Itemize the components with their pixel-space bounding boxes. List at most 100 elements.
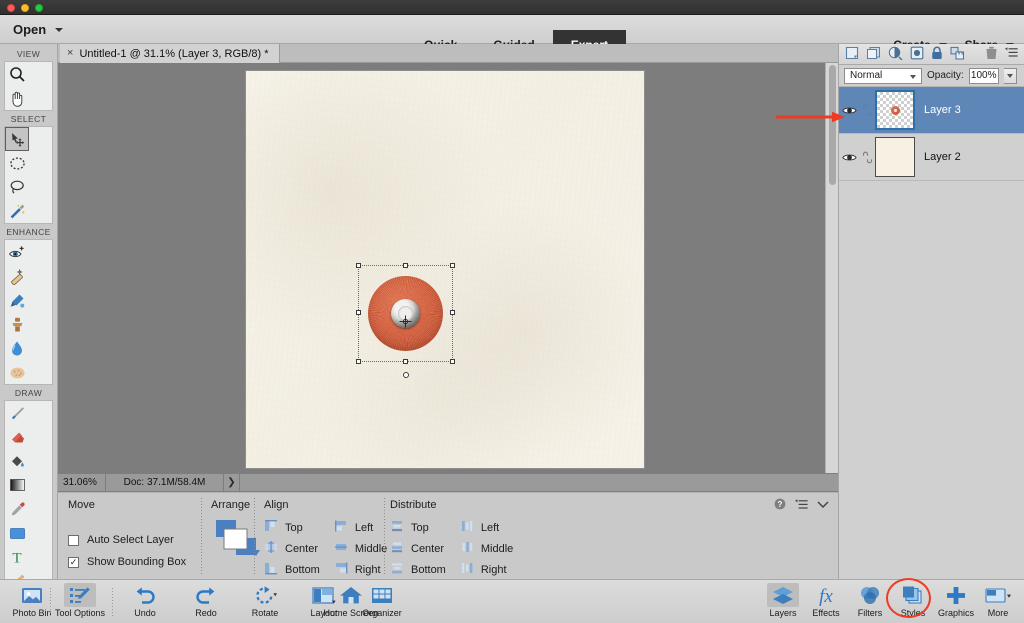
delete-layer-icon[interactable]	[985, 46, 998, 63]
undo-button[interactable]: Undo	[115, 583, 175, 622]
blend-mode-select[interactable]: Normal	[844, 67, 922, 84]
collapse-chevron-icon[interactable]	[817, 500, 829, 512]
duplicate-layer-icon[interactable]	[866, 46, 881, 63]
resize-handle-w[interactable]	[356, 310, 361, 315]
layer-link-indicator[interactable]	[859, 104, 875, 117]
status-expand-icon[interactable]: ❯	[224, 474, 240, 491]
close-window-button[interactable]	[7, 4, 15, 12]
annotation-arrow-to-eye	[776, 111, 846, 123]
blur-tool[interactable]	[5, 336, 29, 360]
opacity-stepper[interactable]	[1003, 67, 1017, 84]
divider	[112, 588, 113, 616]
layer-thumbnail[interactable]	[875, 90, 915, 130]
opacity-label: Opacity:	[927, 70, 964, 81]
shape-tool[interactable]	[5, 521, 29, 545]
resize-handle-nw[interactable]	[356, 263, 361, 268]
layer-mask-icon[interactable]	[910, 46, 924, 63]
canvas-vertical-scrollbar[interactable]	[825, 63, 838, 473]
show-bounding-box-option[interactable]: ✓ Show Bounding Box	[68, 556, 186, 568]
zoom-level[interactable]: 31.06%	[58, 474, 106, 491]
new-layer-icon[interactable]	[845, 46, 859, 63]
tools-section-label-view: VIEW	[16, 49, 41, 59]
align-left-button[interactable]: Left	[334, 517, 387, 538]
magic-wand-tool[interactable]	[5, 199, 29, 223]
move-tool[interactable]	[5, 127, 29, 151]
marquee-select-tool[interactable]	[5, 151, 29, 175]
layer-row-layer-2[interactable]: Layer 2	[839, 134, 1024, 181]
paint-bucket-tool[interactable]	[5, 449, 29, 473]
layer-row-layer-3[interactable]: Layer 3	[839, 87, 1024, 134]
blend-mode-value: Normal	[850, 70, 883, 81]
type-tool[interactable]: T	[5, 545, 29, 569]
document-tab[interactable]: × Untitled-1 @ 31.1% (Layer 3, RGB/8) *	[60, 44, 280, 63]
align-middle-button[interactable]: Middle	[334, 538, 387, 559]
help-icon[interactable]: ?	[774, 498, 786, 513]
minimize-window-button[interactable]	[21, 4, 29, 12]
smart-brush-tool[interactable]	[5, 288, 29, 312]
svg-text:T: T	[12, 551, 21, 566]
eraser-tool[interactable]	[5, 425, 29, 449]
layer-link-indicator[interactable]	[859, 151, 875, 164]
align-top-button[interactable]: Top	[264, 517, 320, 538]
canvas-area[interactable]	[58, 63, 838, 473]
more-label: More	[987, 608, 1009, 618]
layer-visibility-toggle[interactable]	[839, 152, 859, 163]
layer-thumbnail[interactable]	[875, 137, 915, 177]
distribute-right-button[interactable]: Right	[460, 559, 513, 580]
scrollbar-thumb[interactable]	[829, 65, 836, 185]
align-center-button[interactable]: Center	[264, 538, 320, 559]
distribute-center-button[interactable]: Center	[390, 538, 446, 559]
panel-menu-icon[interactable]	[1005, 47, 1018, 61]
selected-object-group[interactable]	[356, 263, 455, 378]
lasso-tool[interactable]	[5, 175, 29, 199]
auto-select-layer-option[interactable]: Auto Select Layer	[68, 534, 174, 546]
resize-handle-sw[interactable]	[356, 359, 361, 364]
red-eye-tool[interactable]	[5, 240, 29, 264]
opacity-input[interactable]: 100%	[968, 67, 999, 84]
zoom-tool[interactable]	[5, 62, 29, 86]
auto-select-layer-checkbox[interactable]	[68, 534, 79, 546]
layers-panel: Normal Opacity: 100% Layer 3 Layer 2	[838, 44, 1024, 579]
open-button-label: Open	[13, 22, 47, 37]
link-layers-icon[interactable]	[950, 46, 965, 63]
distribute-middle-button[interactable]: Middle	[460, 538, 513, 559]
close-icon[interactable]: ×	[67, 48, 73, 59]
sponge-tool[interactable]	[5, 360, 29, 384]
gradient-tool[interactable]	[5, 473, 29, 497]
arrange-control[interactable]	[214, 518, 264, 567]
eyedropper-tool[interactable]	[5, 497, 29, 521]
more-icon	[984, 583, 1012, 607]
open-button[interactable]: Open	[13, 20, 64, 39]
align-right-button[interactable]: Right	[334, 559, 387, 580]
rotation-handle[interactable]	[403, 372, 409, 378]
clone-stamp-tool[interactable]	[5, 312, 29, 336]
resize-handle-se[interactable]	[450, 359, 455, 364]
hand-tool[interactable]	[5, 86, 29, 110]
layer-name[interactable]: Layer 3	[924, 104, 961, 116]
align-bottom-button[interactable]: Bottom	[264, 559, 320, 580]
distribute-left-button[interactable]: Left	[460, 517, 513, 538]
align-right-icon	[334, 561, 348, 578]
distribute-bottom-button[interactable]: Bottom	[390, 559, 446, 580]
filters-icon	[858, 583, 882, 607]
distribute-top-button[interactable]: Top	[390, 517, 446, 538]
resize-handle-n[interactable]	[403, 263, 408, 268]
tool-options-button[interactable]: Tool Options	[50, 583, 110, 622]
redo-button[interactable]: Redo	[176, 583, 236, 622]
show-bounding-box-checkbox[interactable]: ✓	[68, 556, 79, 568]
resize-handle-e[interactable]	[450, 310, 455, 315]
maximize-window-button[interactable]	[35, 4, 43, 12]
more-button[interactable]: More	[968, 583, 1024, 622]
resize-handle-ne[interactable]	[450, 263, 455, 268]
brush-tool[interactable]	[5, 401, 29, 425]
panel-menu-icon[interactable]	[795, 498, 808, 513]
lock-layer-icon[interactable]	[931, 46, 943, 63]
layer-name[interactable]: Layer 2	[924, 151, 961, 163]
adjustment-layer-icon[interactable]	[888, 46, 903, 63]
spot-healing-tool[interactable]	[5, 264, 29, 288]
home-screen-button[interactable]: Home Screen	[316, 583, 386, 622]
tools-group-view	[4, 61, 53, 111]
rotate-button[interactable]: Rotate	[235, 583, 295, 622]
move-cursor-icon	[399, 315, 412, 328]
resize-handle-s[interactable]	[403, 359, 408, 364]
